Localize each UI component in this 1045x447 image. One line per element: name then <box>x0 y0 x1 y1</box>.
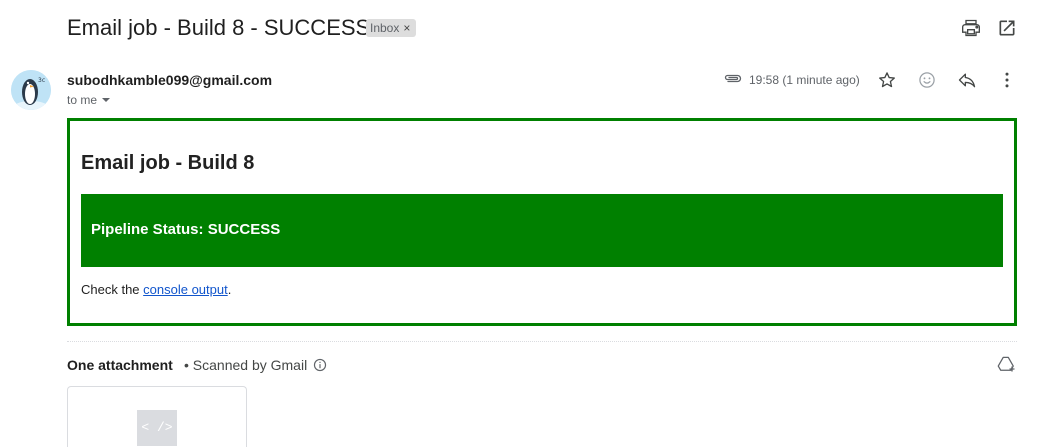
email-body-title: Email job - Build 8 <box>81 152 255 174</box>
recipient-label: to me <box>67 93 98 107</box>
attachment-divider <box>67 341 1017 342</box>
emoji-icon <box>919 72 935 88</box>
caret-down-icon <box>102 98 111 102</box>
reply-icon <box>958 73 976 88</box>
sender-avatar[interactable]: 3c <box>11 70 51 110</box>
sender-email[interactable]: subodhkamble099@gmail.com <box>67 71 272 89</box>
penguin-avatar-icon: 3c <box>11 70 51 110</box>
message-timestamp: 19:58 (1 minute ago) <box>749 73 860 87</box>
remove-label-icon[interactable]: × <box>403 19 410 37</box>
open-in-new-window-icon <box>999 20 1015 36</box>
printer-icon <box>962 19 980 37</box>
inbox-label-text: Inbox <box>370 21 400 35</box>
star-icon <box>879 72 895 88</box>
html-file-icon: < /> <box>137 410 177 446</box>
check-prefix-text: Check the <box>81 282 144 297</box>
svg-text:3c: 3c <box>38 77 45 84</box>
pipeline-status-text: Pipeline Status: SUCCESS <box>91 221 281 238</box>
info-icon[interactable] <box>313 358 327 372</box>
check-suffix-text: . <box>227 282 232 297</box>
more-options-button[interactable] <box>995 68 1019 92</box>
console-output-line: Check the console output. <box>81 282 231 298</box>
add-reaction-button[interactable] <box>915 68 939 92</box>
recipient-details-toggle[interactable]: to me <box>67 92 111 108</box>
scanned-text: • Scanned by Gmail <box>184 357 308 373</box>
star-button[interactable] <box>875 68 899 92</box>
open-in-new-window-button[interactable] <box>995 16 1019 40</box>
add-to-drive-icon <box>997 356 1015 372</box>
reply-button[interactable] <box>955 68 979 92</box>
email-subject: Email job - Build 8 - SUCCESS <box>67 15 371 40</box>
add-to-drive-button[interactable] <box>995 352 1019 376</box>
print-all-button[interactable] <box>959 16 983 40</box>
inbox-label-chip[interactable]: Inbox × <box>366 19 417 37</box>
more-vert-icon <box>1005 72 1009 88</box>
attachment-count: One attachment <box>67 357 173 373</box>
scanned-by-gmail: • Scanned by Gmail <box>184 356 327 374</box>
console-output-link[interactable]: console output <box>143 282 228 297</box>
paperclip-icon <box>724 74 742 83</box>
